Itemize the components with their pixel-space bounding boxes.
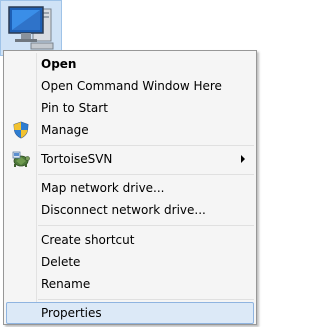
menu-item-label: Rename xyxy=(41,277,91,291)
menu-separator xyxy=(38,145,254,146)
menu-item-label: Pin to Start xyxy=(41,101,108,115)
menu-item-label: Map network drive... xyxy=(41,181,165,195)
computer-icon xyxy=(8,6,54,50)
menu-item-map-network-drive[interactable]: Map network drive... xyxy=(6,177,254,199)
menu-item-create-shortcut[interactable]: Create shortcut xyxy=(6,229,254,251)
context-menu: Open Open Command Window Here Pin to Sta… xyxy=(3,50,257,325)
menu-separator xyxy=(38,225,254,226)
menu-item-manage[interactable]: Manage xyxy=(6,119,254,141)
menu-item-tortoisesvn[interactable]: TortoiseSVN xyxy=(6,148,254,170)
menu-item-label: Open xyxy=(41,57,77,71)
menu-item-label: TortoiseSVN xyxy=(41,152,113,166)
desktop: Open Open Command Window Here Pin to Sta… xyxy=(0,0,259,327)
menu-item-label: Delete xyxy=(41,255,81,269)
menu-item-delete[interactable]: Delete xyxy=(6,251,254,273)
menu-item-label: Properties xyxy=(41,306,102,320)
menu-item-open[interactable]: Open xyxy=(6,53,254,75)
menu-item-label: Open Command Window Here xyxy=(41,79,222,93)
menu-item-rename[interactable]: Rename xyxy=(6,273,254,295)
menu-item-label: Manage xyxy=(41,123,89,137)
menu-item-disconnect-network-drive[interactable]: Disconnect network drive... xyxy=(6,199,254,221)
menu-item-properties[interactable]: Properties xyxy=(6,302,254,324)
menu-separator xyxy=(38,299,254,300)
tortoisesvn-icon xyxy=(12,150,30,168)
menu-separator xyxy=(38,174,254,175)
menu-item-label: Disconnect network drive... xyxy=(41,203,206,217)
menu-item-open-command-window[interactable]: Open Command Window Here xyxy=(6,75,254,97)
submenu-arrow-icon xyxy=(241,155,245,163)
shield-icon xyxy=(12,121,30,139)
menu-item-label: Create shortcut xyxy=(41,233,135,247)
computer-desktop-icon[interactable] xyxy=(0,0,62,56)
menu-item-pin-to-start[interactable]: Pin to Start xyxy=(6,97,254,119)
